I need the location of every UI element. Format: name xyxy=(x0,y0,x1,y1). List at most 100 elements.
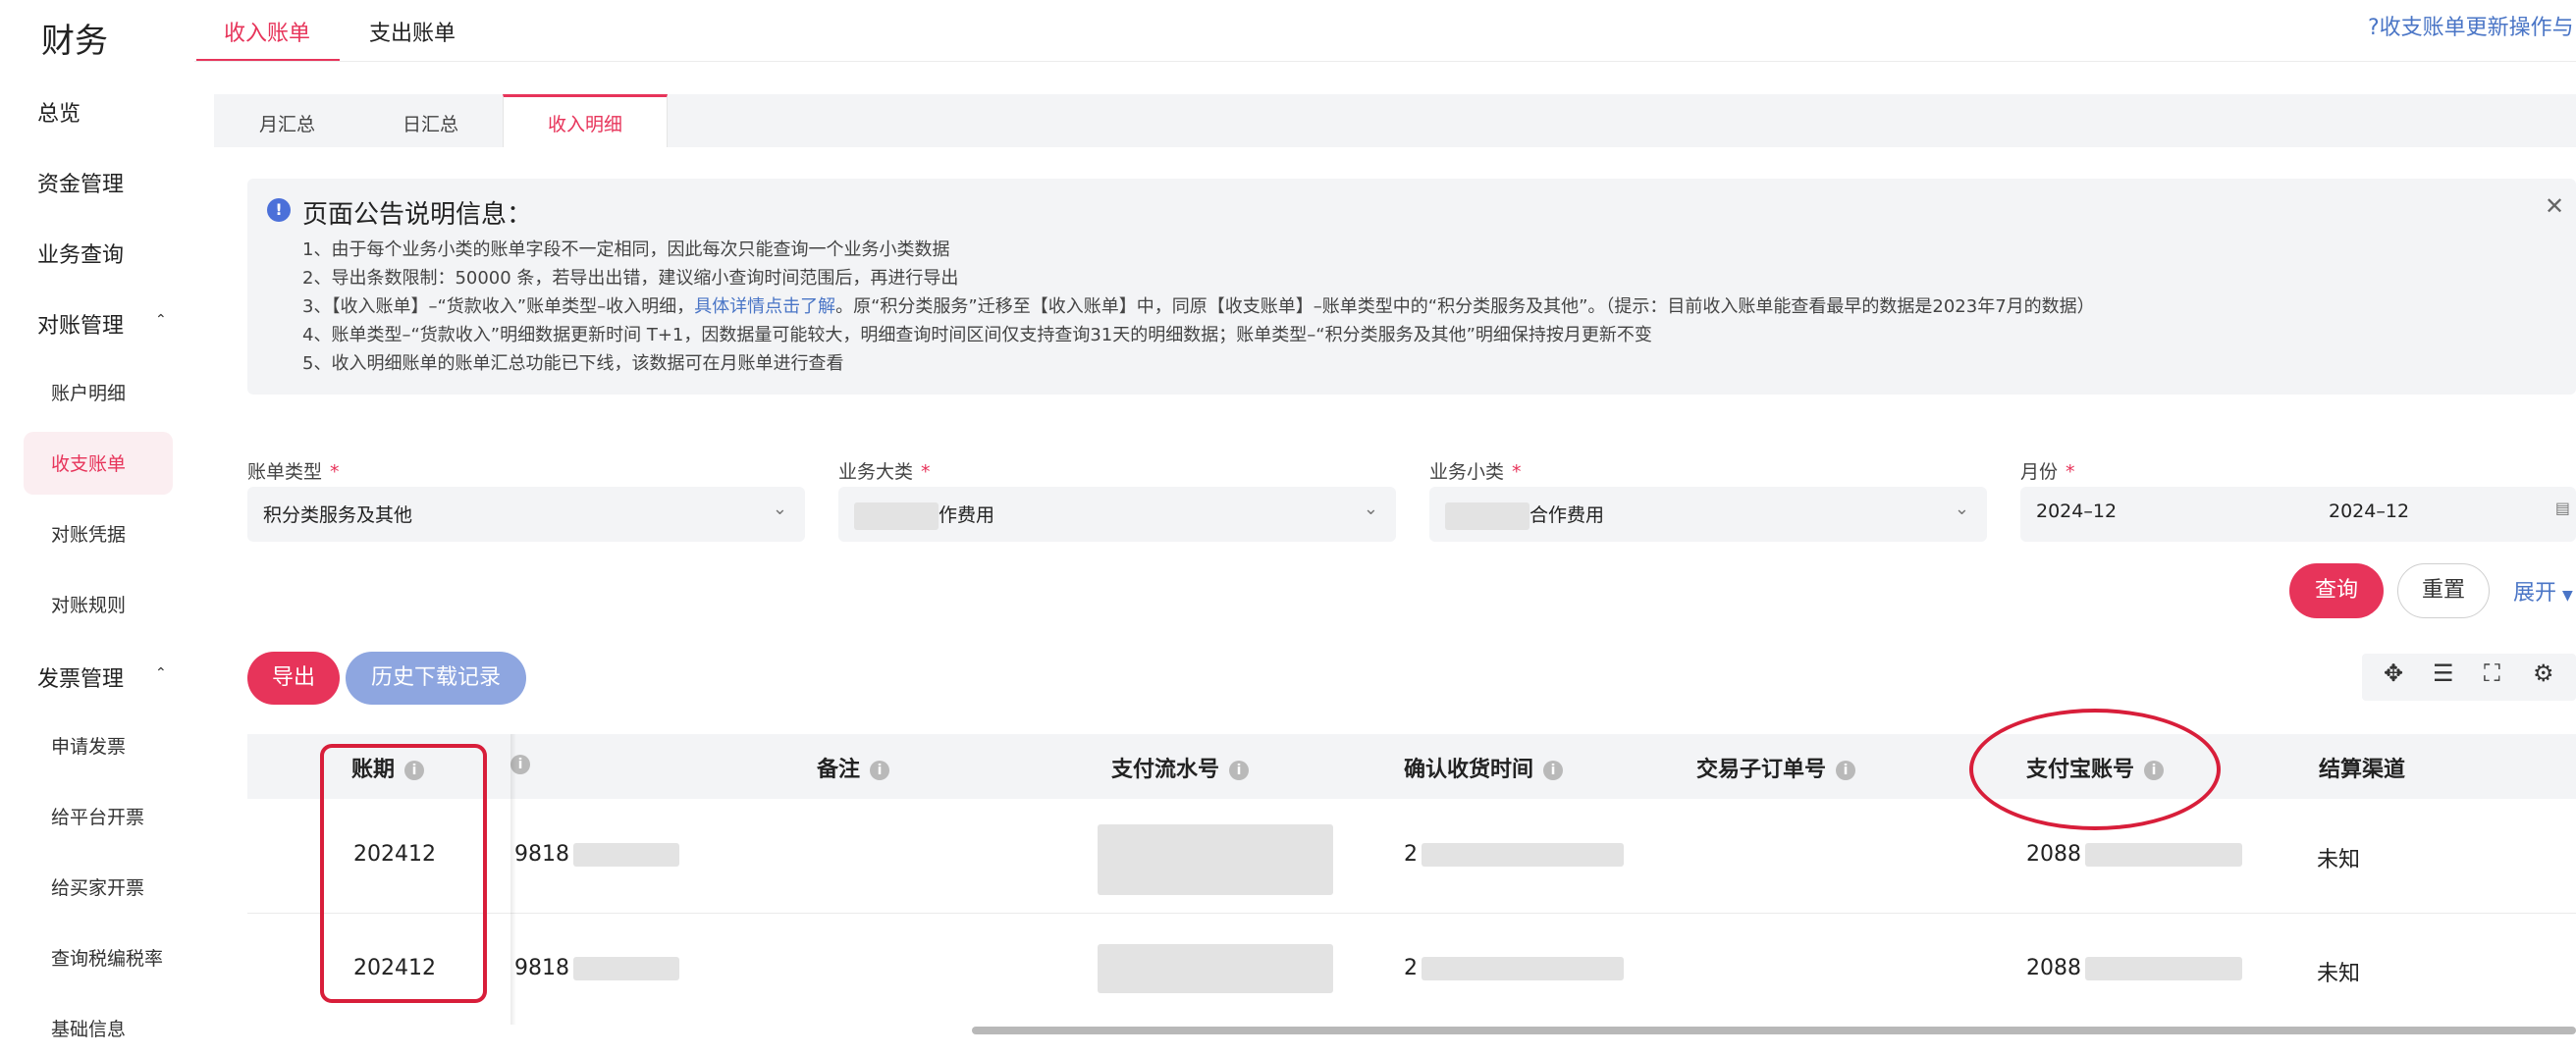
notice-line: 2、导出条数限制：50000 条，若导出出错，建议缩小查询时间范围后，再进行导出 xyxy=(302,268,959,289)
required-mark: * xyxy=(921,461,931,483)
column-header-confirm-time[interactable]: 确认收货时间 i xyxy=(1404,752,1564,783)
sidebar: 财务 总览 资金管理 业务查询 对账管理 ⌃ 账户明细 收支账单 对账凭据 对账… xyxy=(0,0,194,1056)
cell-alipay-account: 2088 xyxy=(2026,956,2242,980)
subtab-monthly-summary[interactable]: 月汇总 xyxy=(259,110,315,136)
redacted-block xyxy=(573,843,679,867)
chevron-down-icon: ⌄ xyxy=(772,499,787,519)
redacted-block xyxy=(573,957,679,980)
sidebar-item-income-expense-bill[interactable]: 收支账单 xyxy=(51,449,126,476)
cell-settle-channel: 未知 xyxy=(2317,848,2361,872)
info-icon[interactable]: i xyxy=(870,761,890,780)
column-header-settle-channel[interactable]: 结算渠道 xyxy=(2319,752,2405,783)
biz-subcategory-text: 合作费用 xyxy=(1530,504,1605,526)
cell-payment-serial xyxy=(1098,944,1333,993)
sidebar-item-invoice-platform[interactable]: 给平台开票 xyxy=(51,803,144,829)
row-divider xyxy=(247,913,2576,914)
cell-alipay-account: 2088 xyxy=(2026,842,2242,867)
expand-link[interactable]: 展开 ▼ xyxy=(2513,575,2573,607)
biz-category-select[interactable]: 作费用 ⌄ xyxy=(838,487,1396,542)
month-start[interactable]: 2024–12 xyxy=(2036,501,2117,522)
cell-confirm-time: 2 xyxy=(1404,842,1624,867)
cell-text: 9818 xyxy=(514,842,569,867)
chevron-up-icon[interactable]: ⌃ xyxy=(155,665,167,681)
redacted-block xyxy=(2085,957,2242,980)
sidebar-item-tax-rate[interactable]: 查询税编税率 xyxy=(51,944,163,971)
sidebar-item-basic-info[interactable]: 基础信息 xyxy=(51,1015,126,1041)
info-icon[interactable]: i xyxy=(1229,761,1250,780)
month-end[interactable]: 2024–12 xyxy=(2329,501,2409,522)
sidebar-item-reconcile[interactable]: 对账管理 xyxy=(37,308,124,340)
column-resize-icon[interactable]: ✥ xyxy=(2384,660,2403,687)
frozen-column-shadow xyxy=(510,734,516,1025)
download-history-button[interactable]: 历史下载记录 xyxy=(346,652,526,705)
sidebar-item-overview[interactable]: 总览 xyxy=(37,96,80,128)
info-icon: ! xyxy=(267,198,291,222)
tab-divider xyxy=(194,61,2576,62)
biz-subcategory-value: 合作费用 xyxy=(1445,501,1604,530)
redacted-block xyxy=(854,502,939,530)
annotation-rectangle xyxy=(320,744,487,1003)
sidebar-item-reconcile-rules[interactable]: 对账规则 xyxy=(51,591,126,617)
info-icon[interactable]: i xyxy=(1836,761,1856,780)
gear-icon[interactable]: ⚙ xyxy=(2533,660,2554,687)
notice-title: 页面公告说明信息： xyxy=(302,200,533,230)
help-link[interactable]: ?收支账单更新操作与 xyxy=(2368,10,2574,41)
tab-expense-bill[interactable]: 支出账单 xyxy=(369,16,456,47)
label-text: 月份 xyxy=(2020,461,2059,483)
column-title: 交易子订单号 xyxy=(1696,758,1827,782)
filter-label-bill-type: 账单类型 * xyxy=(247,457,340,484)
cell-redacted: 9818 xyxy=(514,842,679,867)
filter-label-month: 月份 * xyxy=(2020,457,2075,484)
biz-category-text: 作费用 xyxy=(939,504,995,526)
close-icon[interactable]: ✕ xyxy=(2545,192,2564,220)
export-button[interactable]: 导出 xyxy=(247,652,340,705)
bill-type-select[interactable]: 积分类服务及其他 ⌄ xyxy=(247,487,805,542)
redacted-block xyxy=(1098,824,1333,895)
sidebar-item-account-detail[interactable]: 账户明细 xyxy=(51,379,126,405)
horizontal-scrollbar[interactable] xyxy=(972,1027,2576,1034)
info-icon[interactable]: i xyxy=(1543,761,1564,780)
sidebar-item-invoice-buyer[interactable]: 给买家开票 xyxy=(51,873,144,900)
column-title: 确认收货时间 xyxy=(1404,758,1534,782)
chevron-down-icon: ⌄ xyxy=(1954,499,1969,519)
sidebar-title: 财务 xyxy=(41,22,108,61)
fullscreen-icon[interactable]: ⛶ xyxy=(2484,660,2500,687)
notice-line: 1、由于每个业务小类的账单字段不一定相同，因此每次只能查询一个业务小类数据 xyxy=(302,239,950,260)
column-header-sub-order[interactable]: 交易子订单号 i xyxy=(1696,752,1856,783)
column-title: 支付流水号 xyxy=(1111,758,1220,782)
subtab-income-detail[interactable]: 收入明细 xyxy=(548,110,622,136)
column-title: 结算渠道 xyxy=(2319,758,2406,782)
cell-settle-channel: 未知 xyxy=(2317,962,2361,986)
column-header-payment-serial[interactable]: 支付流水号 i xyxy=(1111,752,1250,783)
redacted-block xyxy=(1445,502,1530,530)
sidebar-item-invoice[interactable]: 发票管理 xyxy=(37,661,124,693)
bill-type-value: 积分类服务及其他 xyxy=(263,504,413,526)
cell-text: 9818 xyxy=(514,956,569,980)
notice-line: 4、账单类型–“货款收入”明细数据更新时间 T+1，因数据量可能较大，明细查询时… xyxy=(302,325,1652,345)
column-header-remark[interactable]: 备注 i xyxy=(817,752,890,783)
biz-subcategory-select[interactable]: 合作费用 ⌄ xyxy=(1429,487,1987,542)
redacted-block xyxy=(2085,843,2242,867)
notice-detail-link[interactable]: 具体详情点击了解 xyxy=(694,296,835,317)
month-range-picker[interactable]: 2024–12 2024–12 ▤ xyxy=(2020,487,2576,542)
chevron-up-icon[interactable]: ⌃ xyxy=(155,312,167,328)
subtab-daily-summary[interactable]: 日汇总 xyxy=(402,110,458,136)
required-mark: * xyxy=(330,461,340,483)
biz-category-value: 作费用 xyxy=(854,501,994,530)
sidebar-item-business-query[interactable]: 业务查询 xyxy=(37,238,124,269)
cell-text: 2 xyxy=(1404,956,1418,980)
filter-label-biz-subcategory: 业务小类 * xyxy=(1429,457,1522,484)
cell-redacted: 9818 xyxy=(514,956,679,980)
calendar-icon[interactable]: ▤ xyxy=(2555,499,2570,517)
tab-income-bill[interactable]: 收入账单 xyxy=(224,16,310,47)
query-button[interactable]: 查询 xyxy=(2289,563,2384,618)
sidebar-item-funds[interactable]: 资金管理 xyxy=(37,167,124,198)
redacted-block xyxy=(1422,843,1624,867)
density-icon[interactable]: ☰ xyxy=(2433,660,2454,687)
reset-button[interactable]: 重置 xyxy=(2397,563,2490,618)
caret-down-icon: ▼ xyxy=(2562,588,2573,604)
annotation-ellipse xyxy=(1969,709,2221,830)
sidebar-item-reconcile-voucher[interactable]: 对账凭据 xyxy=(51,520,126,547)
sidebar-item-apply-invoice[interactable]: 申请发票 xyxy=(51,732,126,759)
cell-text: 2 xyxy=(1404,842,1418,867)
